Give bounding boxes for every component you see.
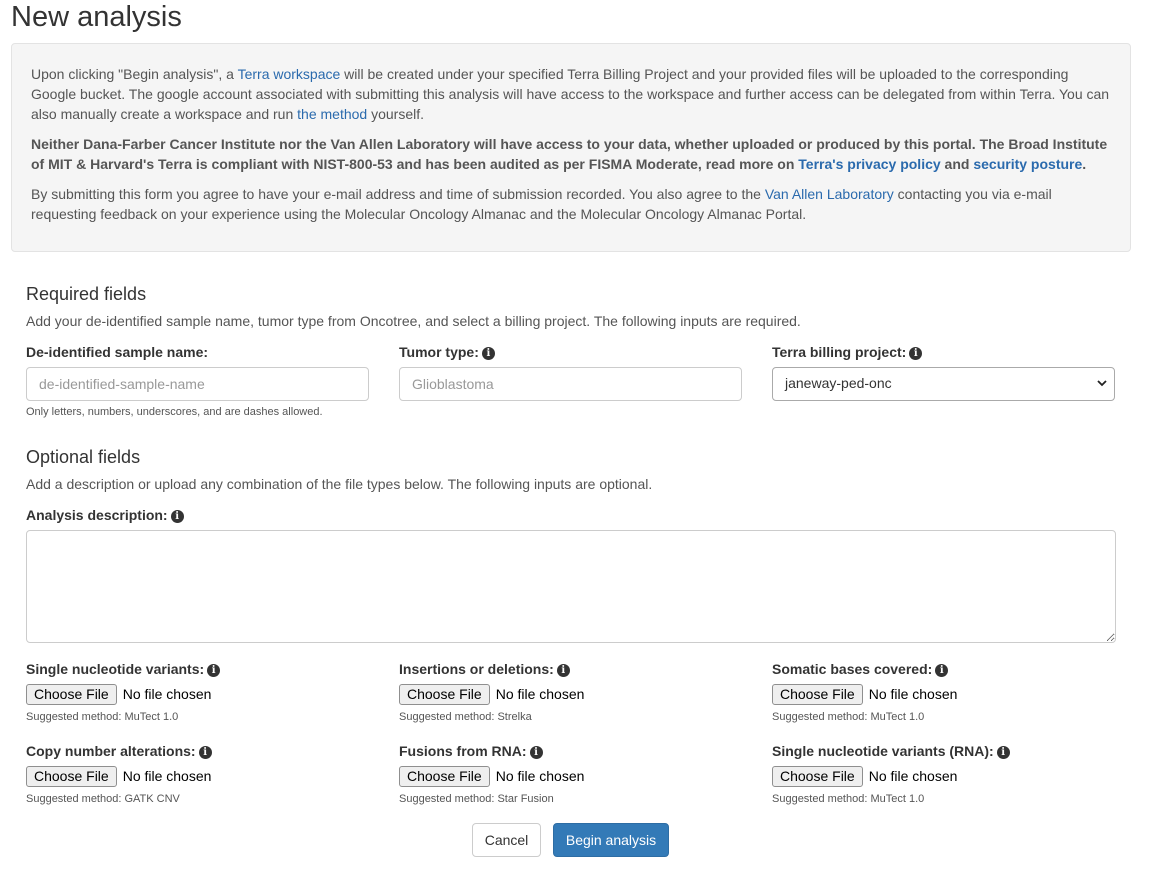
tumor-type-label: Tumor type: i [399, 343, 495, 361]
file-status: No file chosen [495, 768, 585, 784]
van-allen-lab-link[interactable]: Van Allen Laboratory [765, 186, 894, 202]
snv-suggested-method: Suggested method: MuTect 1.0 [26, 711, 179, 723]
billing-project-select[interactable]: janeway-ped-onc [772, 367, 1115, 401]
fusions-file-input[interactable]: Choose File No file chosen [399, 766, 584, 788]
cna-file-input[interactable]: Choose File No file chosen [26, 766, 211, 788]
bases-covered-file-input[interactable]: Choose File No file chosen [772, 684, 957, 706]
rna-snv-file-input[interactable]: Choose File No file chosen [772, 766, 957, 788]
indels-suggested-method: Suggested method: Strelka [399, 711, 532, 723]
cna-label: Copy number alterations: i [26, 742, 212, 760]
choose-file-button[interactable]: Choose File [772, 684, 863, 705]
tumor-type-input[interactable] [399, 367, 742, 401]
choose-file-button[interactable]: Choose File [399, 766, 490, 787]
choose-file-button[interactable]: Choose File [399, 684, 490, 705]
file-status: No file chosen [495, 686, 585, 702]
indels-label: Insertions or deletions: i [399, 660, 570, 678]
rna-snv-suggested-method: Suggested method: MuTect 1.0 [772, 793, 925, 805]
rna-snv-label: Single nucleotide variants (RNA): i [772, 742, 1010, 760]
optional-fields-heading: Optional fields [26, 447, 141, 467]
billing-project-label: Terra billing project: i [772, 343, 923, 361]
snv-file-input[interactable]: Choose File No file chosen [26, 684, 211, 706]
notice-paragraph-3: By submitting this form you agree to hav… [31, 186, 1052, 222]
info-icon[interactable]: i [207, 664, 221, 677]
the-method-link[interactable]: the method [297, 106, 367, 122]
required-fields-description: Add your de-identified sample name, tumo… [26, 313, 801, 329]
analysis-description-textarea[interactable] [26, 530, 1116, 643]
privacy-policy-link[interactable]: Terra's privacy policy [798, 156, 940, 172]
info-icon[interactable]: i [996, 746, 1010, 759]
notice-paragraph-1: Upon clicking "Begin analysis", a Terra … [31, 66, 1110, 122]
info-icon[interactable]: i [935, 664, 949, 677]
required-fields-heading: Required fields [26, 284, 147, 304]
sample-name-help: Only letters, numbers, underscores, and … [26, 406, 323, 418]
sample-name-input[interactable] [26, 367, 369, 401]
begin-analysis-button[interactable]: Begin analysis [553, 823, 669, 857]
required-fields-section: Required fields Add your de-identified s… [26, 283, 801, 330]
chevron-down-icon [1097, 380, 1107, 387]
optional-fields-section: Optional fields Add a description or upl… [26, 446, 652, 493]
bases-covered-suggested-method: Suggested method: MuTect 1.0 [772, 711, 925, 723]
info-icon[interactable]: i [529, 746, 543, 759]
fusions-label: Fusions from RNA: i [399, 742, 543, 760]
bases-covered-label: Somatic bases covered: i [772, 660, 949, 678]
security-posture-link[interactable]: security posture [973, 156, 1082, 172]
info-icon[interactable]: i [909, 347, 923, 360]
optional-fields-description: Add a description or upload any combinat… [26, 476, 653, 492]
indels-file-input[interactable]: Choose File No file chosen [399, 684, 584, 706]
choose-file-button[interactable]: Choose File [26, 766, 117, 787]
info-icon[interactable]: i [481, 347, 495, 360]
sample-name-label: De-identified sample name: [26, 344, 209, 360]
info-icon[interactable]: i [198, 746, 212, 759]
notice-paragraph-2: Neither Dana-Farber Cancer Institute nor… [31, 136, 1108, 172]
file-status: No file chosen [122, 686, 212, 702]
terra-workspace-link[interactable]: Terra workspace [238, 66, 341, 82]
info-icon[interactable]: i [556, 664, 570, 677]
info-icon[interactable]: i [170, 510, 184, 523]
page-title: New analysis [11, 1, 182, 33]
choose-file-button[interactable]: Choose File [26, 684, 117, 705]
fusions-suggested-method: Suggested method: Star Fusion [399, 793, 554, 805]
file-status: No file chosen [868, 768, 958, 784]
file-status: No file chosen [122, 768, 212, 784]
notice-panel: Upon clicking "Begin analysis", a Terra … [11, 43, 1131, 252]
choose-file-button[interactable]: Choose File [772, 766, 863, 787]
cancel-button[interactable]: Cancel [472, 823, 541, 857]
file-status: No file chosen [868, 686, 958, 702]
cna-suggested-method: Suggested method: GATK CNV [26, 793, 180, 805]
analysis-description-label: Analysis description: i [26, 506, 184, 524]
billing-project-selected-value: janeway-ped-onc [785, 375, 892, 391]
snv-label: Single nucleotide variants: i [26, 660, 221, 678]
